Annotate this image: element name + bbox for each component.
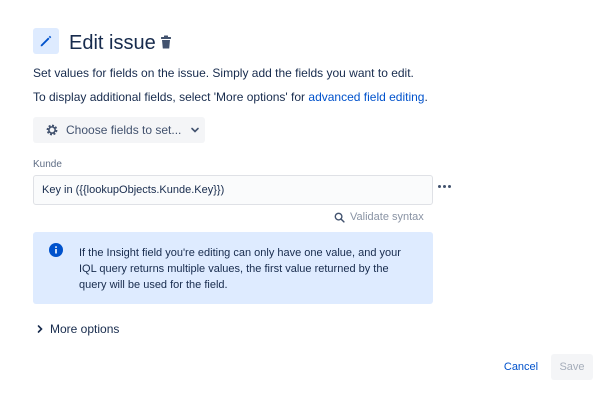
- advanced-field-editing-link[interactable]: advanced field editing: [308, 90, 424, 104]
- search-icon: [334, 212, 345, 223]
- trash-icon[interactable]: [158, 34, 174, 50]
- more-options-label: More options: [50, 322, 120, 336]
- description-line-2-prefix: To display additional fields, select 'Mo…: [33, 90, 309, 104]
- gear-icon: [46, 124, 58, 136]
- kunde-field-input[interactable]: [33, 175, 433, 205]
- info-icon: [49, 243, 63, 257]
- validate-syntax-label: Validate syntax: [350, 211, 424, 223]
- description-line-2-suffix: .: [424, 90, 428, 104]
- field-label-kunde: Kunde: [33, 159, 62, 170]
- choose-fields-button[interactable]: Choose fields to set...: [33, 117, 205, 143]
- save-button[interactable]: Save: [551, 354, 593, 380]
- info-text: If the Insight field you're editing can …: [79, 247, 401, 291]
- pencil-icon: [40, 35, 52, 47]
- description-line-2: To display additional fields, select 'Mo…: [33, 89, 428, 105]
- choose-fields-label: Choose fields to set...: [66, 123, 182, 137]
- description-line-1: Set values for fields on the issue. Simp…: [33, 66, 414, 80]
- chevron-down-icon: [191, 127, 200, 133]
- chevron-right-icon: [37, 325, 43, 333]
- edit-issue-pencil-badge: [33, 28, 59, 54]
- cancel-button[interactable]: Cancel: [498, 355, 544, 379]
- page-title: Edit issue: [69, 32, 156, 54]
- more-horizontal-icon[interactable]: [438, 180, 458, 192]
- validate-syntax-button[interactable]: Validate syntax: [334, 211, 424, 223]
- more-options-toggle[interactable]: More options: [35, 322, 119, 336]
